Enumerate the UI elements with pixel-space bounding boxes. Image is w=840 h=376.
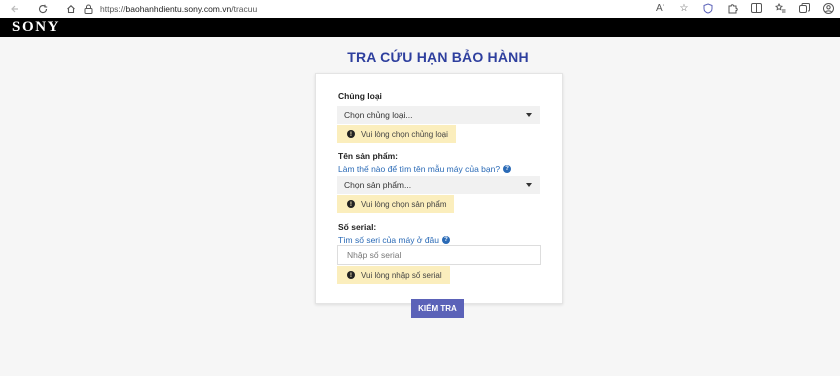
question-icon: ?	[442, 236, 450, 244]
toolbar-icons: Aʼ ☆	[654, 2, 834, 14]
profile-icon[interactable]	[822, 2, 834, 14]
product-label: Tên sản phẩm:	[338, 151, 398, 161]
category-warning-text: Vui lòng chọn chủng loại	[361, 129, 448, 139]
check-button[interactable]: KIỂM TRA	[411, 299, 464, 318]
browser-toolbar: https://baohanhdientu.sony.com.vn/tracuu…	[0, 0, 840, 18]
product-select-value: Chọn sản phẩm...	[344, 180, 412, 190]
serial-input[interactable]	[337, 245, 541, 265]
extension-shield-icon[interactable]	[702, 2, 714, 14]
favorites-list-icon[interactable]	[774, 2, 786, 14]
question-icon: ?	[503, 165, 512, 173]
page-title: TRA CỨU HẠN BẢO HÀNH	[347, 49, 529, 65]
exclamation-icon: !	[347, 130, 355, 138]
back-icon[interactable]	[8, 2, 22, 16]
serial-warning: ! Vui lòng nhập số serial	[337, 266, 450, 284]
product-warning-text: Vui lòng chọn sản phẩm	[361, 199, 447, 209]
sony-logo[interactable]: SONY	[12, 19, 60, 36]
exclamation-icon: !	[347, 200, 355, 208]
exclamation-icon: !	[347, 271, 355, 279]
home-icon[interactable]	[64, 2, 78, 16]
serial-label: Số serial:	[338, 222, 377, 232]
refresh-icon[interactable]	[36, 2, 50, 16]
collections-icon[interactable]	[798, 2, 810, 14]
chevron-down-icon	[526, 113, 532, 117]
product-help-link[interactable]: Làm thế nào để tìm tên mẫu máy của bạn? …	[338, 164, 512, 174]
warranty-lookup-form: Chủng loại Chọn chủng loại... ! Vui lòng…	[315, 73, 563, 304]
favorite-star-icon[interactable]: ☆	[678, 2, 690, 14]
product-help-text: Làm thế nào để tìm tên mẫu máy của bạn?	[338, 164, 501, 174]
serial-help-text: Tìm số seri của máy ở đâu	[338, 235, 439, 245]
category-select[interactable]: Chọn chủng loại...	[337, 106, 540, 124]
site-header: SONY	[0, 18, 840, 37]
serial-warning-text: Vui lòng nhập số serial	[361, 270, 442, 280]
category-label: Chủng loại	[338, 91, 382, 101]
split-screen-icon[interactable]	[750, 2, 762, 14]
serial-help-link[interactable]: Tìm số seri của máy ở đâu ?	[338, 235, 450, 245]
url-text: https://baohanhdientu.sony.com.vn/tracuu	[100, 3, 258, 14]
category-warning: ! Vui lòng chọn chủng loại	[337, 125, 456, 143]
chevron-down-icon	[526, 183, 532, 187]
product-warning: ! Vui lòng chọn sản phẩm	[337, 195, 454, 213]
read-aloud-icon[interactable]: Aʼ	[654, 2, 666, 14]
lock-icon[interactable]	[82, 3, 94, 15]
puzzle-icon[interactable]	[726, 2, 738, 14]
category-select-value: Chọn chủng loại...	[344, 110, 413, 120]
product-select[interactable]: Chọn sản phẩm...	[337, 176, 540, 194]
